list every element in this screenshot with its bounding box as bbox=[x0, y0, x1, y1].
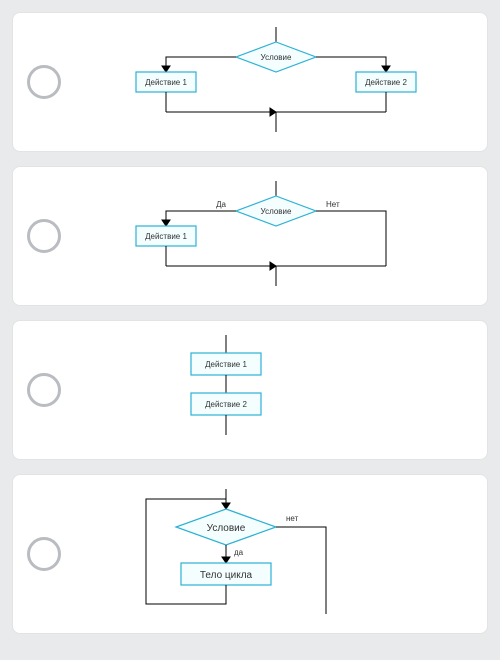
option-card-2[interactable]: Условие Да Действие 1 Нет bbox=[12, 166, 488, 306]
action1-label: Действие 1 bbox=[145, 78, 187, 87]
action2-label: Действие 2 bbox=[205, 400, 247, 409]
radio-button[interactable] bbox=[27, 65, 61, 99]
action1-label: Действие 1 bbox=[145, 232, 187, 241]
diagram-sequence: Действие 1 Действие 2 bbox=[79, 335, 473, 445]
action2-label: Действие 2 bbox=[365, 78, 407, 87]
radio-button[interactable] bbox=[27, 373, 61, 407]
condition-label: Условие bbox=[261, 53, 292, 62]
diagram-branch-full: Условие Действие 1 Действие 2 bbox=[79, 27, 473, 137]
yes-label: Да bbox=[216, 200, 226, 209]
condition-label: Условие bbox=[207, 523, 246, 534]
diagram-loop: Условие да Тело цикла нет bbox=[79, 489, 473, 619]
no-label: Нет bbox=[326, 200, 340, 209]
action1-label: Действие 1 bbox=[205, 360, 247, 369]
no-label: нет bbox=[286, 514, 299, 523]
diagram-branch-single: Условие Да Действие 1 Нет bbox=[79, 181, 473, 291]
radio-button[interactable] bbox=[27, 537, 61, 571]
condition-label: Условие bbox=[261, 207, 292, 216]
option-card-1[interactable]: Условие Действие 1 Действие 2 bbox=[12, 12, 488, 152]
option-card-4[interactable]: Условие да Тело цикла нет bbox=[12, 474, 488, 634]
body-label: Тело цикла bbox=[200, 570, 253, 581]
radio-button[interactable] bbox=[27, 219, 61, 253]
yes-label: да bbox=[234, 548, 244, 557]
option-card-3[interactable]: Действие 1 Действие 2 bbox=[12, 320, 488, 460]
